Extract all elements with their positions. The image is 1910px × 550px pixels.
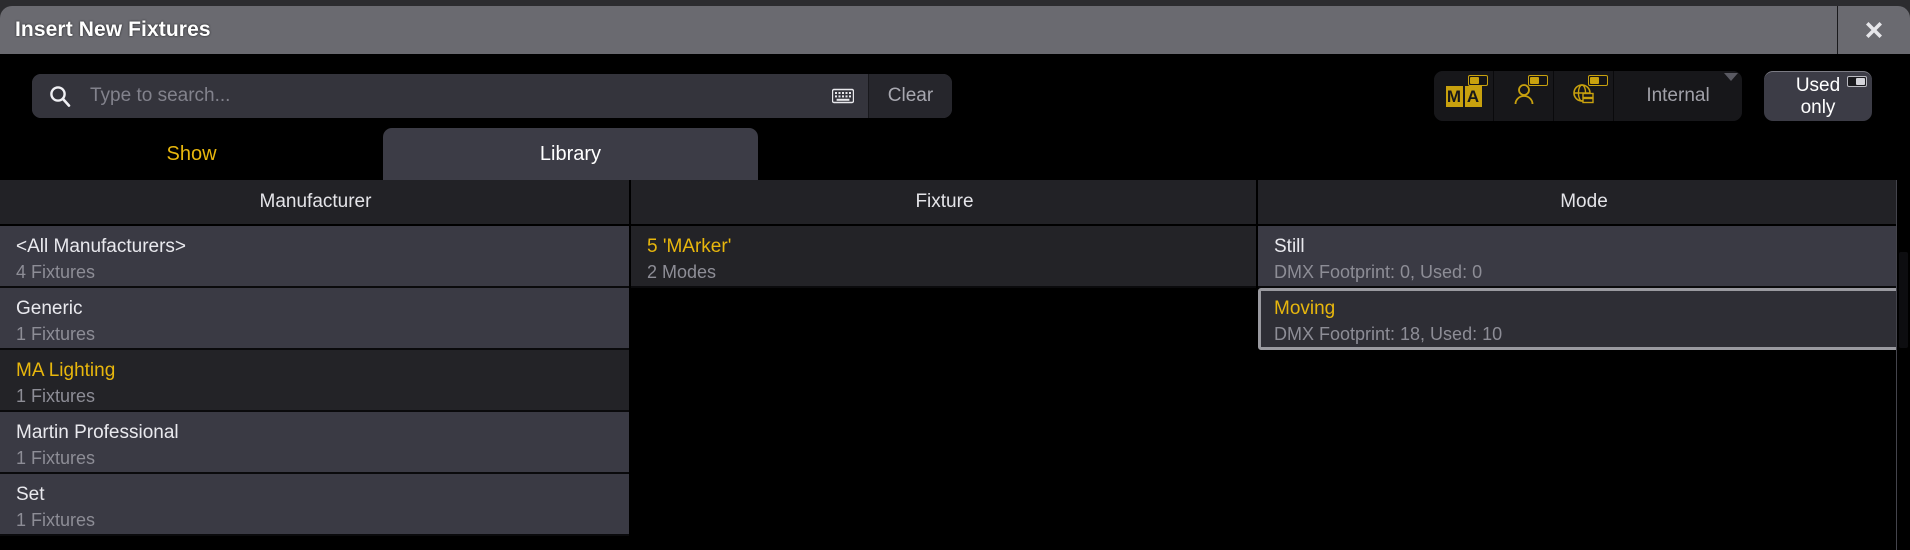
toggle-indicator-used-only [1847,76,1867,87]
fixture-browser: Manufacturer <All Manufacturers> 4 Fixtur… [0,180,1910,550]
search-toolbar: Clear M A [0,54,1910,128]
mode-row-subtitle: DMX Footprint: 18, Used: 10 [1274,324,1503,344]
mode-row-title: Still [1274,236,1305,257]
chevron-down-icon [1724,73,1738,81]
mode-row-subtitle: DMX Footprint: 0, Used: 0 [1274,262,1483,282]
manufacturer-row[interactable]: Generic 1 Fixtures [0,288,631,350]
scrollbar-thumb[interactable] [1899,252,1908,348]
mode-list[interactable]: Still DMX Footprint: 0, Used: 0 Moving DMX … [1258,226,1910,550]
manufacturer-column-header: Manufacturer [0,180,631,226]
insert-new-fixtures-dialog: Insert New Fixtures Type to search... Cl… [0,0,1910,550]
fixture-column: Fixture 5 'MArker' 2 Modes [631,180,1258,550]
fixture-list[interactable]: 5 'MArker' 2 Modes [631,226,1258,550]
toggle-indicator-network [1588,75,1608,86]
tab-library[interactable]: Library [383,128,758,180]
manufacturer-row-title: <All Manufacturers> [16,236,187,257]
dialog-title-bar: Insert New Fixtures [0,6,1910,54]
search-icon [48,84,72,108]
close-icon [1859,15,1889,45]
library-source-value: Internal [1646,85,1710,106]
manufacturer-row-title: Generic [16,298,83,319]
mode-row[interactable]: Moving DMX Footprint: 18, Used: 10 [1258,288,1910,350]
manufacturer-row[interactable]: <All Manufacturers> 4 Fixtures [0,226,631,288]
toggle-indicator-ma [1468,75,1488,86]
close-button[interactable] [1838,6,1910,54]
manufacturer-row-title: Set [16,484,45,505]
mode-row[interactable]: Still DMX Footprint: 0, Used: 0 [1258,226,1910,288]
toggle-indicator-user [1528,75,1548,86]
source-filter-group: M A Internal [1434,71,1742,121]
search-bar: Clear [32,74,952,118]
manufacturer-row-subtitle: 1 Fixtures [16,510,96,530]
manufacturer-row-subtitle: 1 Fixtures [16,324,96,344]
fixture-row[interactable]: 5 'MArker' 2 Modes [631,226,1258,288]
tab-show[interactable]: Show [0,128,383,180]
dialog-title: Insert New Fixtures [15,18,211,41]
source-tabs: Show Library [0,128,1910,180]
library-source-dropdown[interactable]: Internal [1614,71,1742,121]
used-only-label-line2: only [1800,96,1836,118]
ma-logo-icon: M A [1445,85,1482,107]
dialog-content: Clear M A [0,54,1910,550]
manufacturer-list[interactable]: <All Manufacturers> 4 Fixtures Generic 1 Fi… [0,226,631,550]
fixture-row-title: 5 'MArker' [647,236,732,257]
column-divider [1256,180,1258,550]
ma-logo-letter-a: A [1464,85,1482,107]
used-only-toggle[interactable]: Used only [1764,71,1872,121]
manufacturer-row[interactable]: Martin Professional 1 Fixtures [0,412,631,474]
mode-row-title: Moving [1274,298,1336,319]
manufacturer-column: Manufacturer <All Manufacturers> 4 Fixtur… [0,180,631,550]
filter-user-library-button[interactable] [1494,71,1554,121]
filter-network-library-button[interactable] [1554,71,1614,121]
ma-logo-letter-m: M [1445,85,1463,107]
manufacturer-row-subtitle: 4 Fixtures [16,262,96,282]
column-divider [629,180,631,550]
vertical-scrollbar[interactable] [1896,180,1910,550]
keyboard-icon[interactable] [832,88,854,104]
manufacturer-row-subtitle: 1 Fixtures [16,386,96,406]
fixture-row-subtitle: 2 Modes [647,262,717,282]
filter-ma-library-button[interactable]: M A [1434,71,1494,121]
mode-column-header: Mode [1258,180,1910,226]
manufacturer-row[interactable]: Set 1 Fixtures [0,474,631,536]
search-input[interactable] [90,85,832,107]
manufacturer-row-title: Martin Professional [16,422,179,443]
search-field[interactable] [32,74,868,118]
manufacturer-row-title: MA Lighting [16,360,116,381]
used-only-label-line1: Used [1795,74,1841,96]
manufacturer-row-subtitle: 1 Fixtures [16,448,96,468]
mode-column: Mode Still DMX Footprint: 0, Used: 0 Movin… [1258,180,1910,550]
manufacturer-row[interactable]: MA Lighting 1 Fixtures [0,350,631,412]
filter-toolbar: M A Internal Used only [1434,71,1872,121]
fixture-column-header: Fixture [631,180,1258,226]
clear-button[interactable]: Clear [868,74,952,118]
